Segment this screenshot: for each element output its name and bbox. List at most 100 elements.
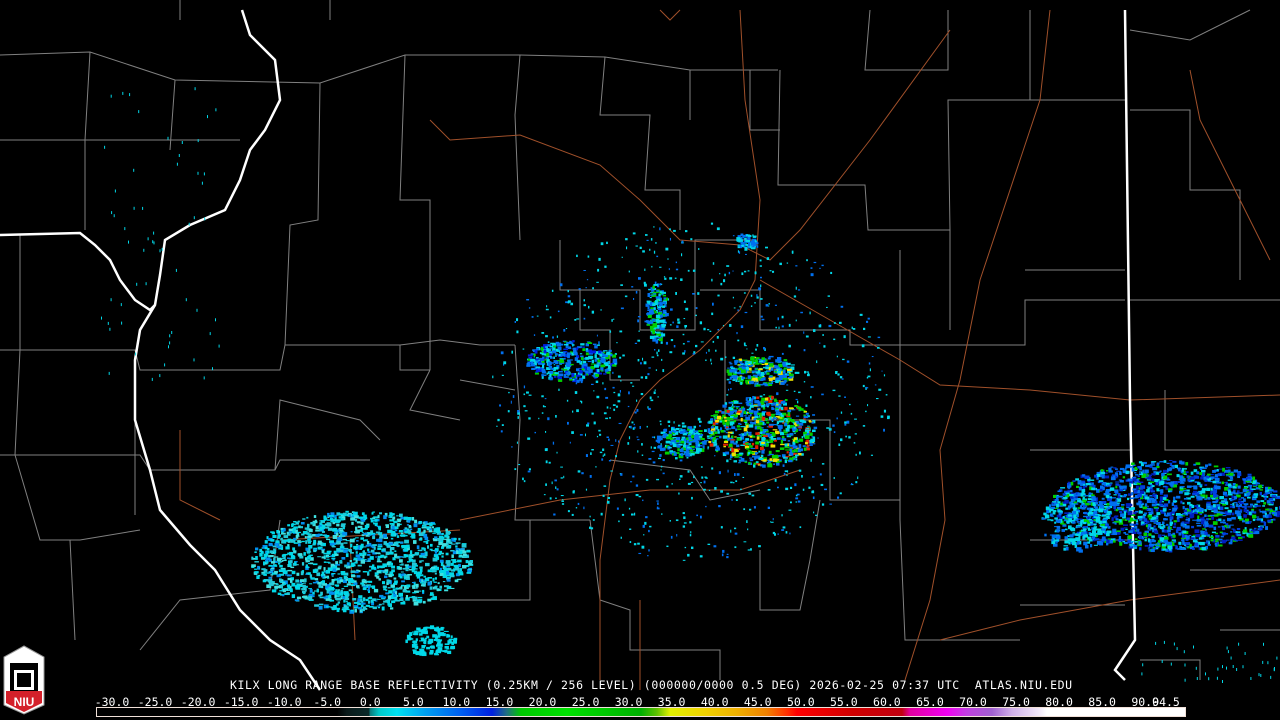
echo-pixel — [743, 541, 747, 543]
echo-pixel — [407, 574, 412, 576]
echo-pixel — [1161, 501, 1165, 503]
echo-pixel — [268, 576, 272, 579]
echo-pixel — [302, 582, 306, 584]
echo-pixel — [539, 358, 544, 360]
echo-pixel — [591, 383, 594, 386]
echo-pixel — [556, 451, 558, 454]
echo-pixel — [276, 530, 279, 534]
echo-pixel — [676, 325, 679, 328]
echo-pixel — [1138, 536, 1143, 540]
echo-pixel — [363, 528, 368, 530]
echo-pixel — [1252, 484, 1257, 487]
echo-pixel — [1119, 511, 1123, 514]
echo-pixel — [542, 405, 545, 408]
echo-pixel — [340, 542, 344, 547]
echo-pixel — [599, 433, 602, 436]
echo-pixel — [1100, 523, 1106, 526]
echo-pixel — [1257, 505, 1262, 507]
echo-pixel — [399, 513, 403, 517]
echo-pixel — [786, 262, 789, 264]
echo-pixel — [569, 340, 572, 344]
echo-pixel — [319, 522, 322, 525]
echo-pixel — [396, 523, 400, 527]
echo-pixel — [843, 335, 846, 339]
echo-pixel — [1266, 500, 1271, 504]
echo-pixel — [1211, 516, 1214, 520]
echo-pixel — [1108, 470, 1113, 473]
echo-pixel — [1172, 465, 1175, 469]
echo-pixel — [345, 553, 349, 558]
echo-pixel — [276, 541, 280, 543]
echo-pixel — [734, 532, 738, 535]
echo-pixel — [1142, 506, 1148, 510]
echo-pixel — [388, 574, 393, 578]
echo-pixel — [439, 585, 443, 589]
echo-pixel — [689, 534, 692, 537]
echo-pixel — [826, 427, 830, 429]
echo-pixel — [1259, 491, 1262, 496]
echo-pixel — [387, 587, 391, 589]
echo-pixel — [291, 594, 296, 599]
echo-pixel — [790, 486, 793, 490]
echo-pixel — [1089, 511, 1093, 514]
echo-pixel — [618, 422, 622, 425]
echo-pixel — [318, 565, 322, 568]
echo-pixel — [1138, 461, 1143, 464]
echo-pixel — [653, 391, 656, 394]
echo-pixel — [1213, 465, 1219, 468]
echo-pixel — [1190, 471, 1194, 475]
county-line — [777, 10, 1031, 231]
echo-pixel — [1208, 463, 1212, 466]
echo-pixel — [270, 567, 275, 570]
echo-pixel — [679, 475, 683, 478]
echo-pixel — [413, 601, 419, 606]
echo-pixel — [638, 330, 640, 332]
echo-pixel — [1219, 473, 1222, 477]
echo-pixel — [546, 305, 548, 308]
echo-pixel — [282, 560, 287, 562]
radar-map[interactable] — [0, 0, 1280, 720]
echo-pixel — [447, 531, 452, 534]
echo-pixel — [594, 364, 599, 368]
echo-pixel — [425, 551, 428, 553]
echo-pixel — [750, 447, 756, 449]
echo-pixel — [730, 529, 732, 533]
echo-pixel — [318, 606, 323, 610]
echo-pixel — [552, 350, 557, 354]
echo-pixel — [1202, 496, 1205, 499]
echo-pixel — [541, 412, 544, 414]
echo-pixel — [1139, 490, 1145, 495]
echo-pixel — [601, 458, 604, 461]
echo-pixel — [357, 602, 361, 605]
echo-pixel — [595, 466, 597, 468]
echo-pixel — [748, 461, 751, 465]
echo-pixel — [579, 434, 583, 436]
echo-pixel — [1243, 508, 1247, 513]
echo-pixel — [833, 431, 836, 434]
echo-pixel — [271, 531, 275, 535]
echo-pixel — [392, 588, 396, 592]
echo-pixel — [1199, 472, 1203, 475]
echo-pixel — [585, 433, 587, 437]
echo-pixel — [849, 403, 851, 406]
county-line — [1129, 9, 1251, 41]
echo-pixel — [729, 458, 732, 460]
echo-pixel — [772, 518, 774, 521]
echo-pixel — [632, 232, 636, 235]
echo-pixel — [305, 573, 308, 575]
echo-pixel — [595, 380, 599, 384]
echo-pixel — [334, 584, 340, 587]
echo-pixel — [1135, 474, 1139, 476]
echo-pixel — [434, 536, 438, 539]
echo-pixel — [1258, 484, 1263, 489]
echo-pixel — [348, 578, 354, 582]
echo-pixel — [523, 480, 526, 483]
echo-pixel — [1265, 526, 1269, 530]
echo-pixel — [1238, 471, 1242, 473]
echo-pixel — [1214, 538, 1220, 541]
echo-pixel — [1114, 515, 1119, 518]
echo-pixel — [627, 442, 630, 445]
echo-pixel — [1182, 548, 1187, 550]
echo-pixel — [807, 372, 810, 375]
echo-pixel — [1101, 514, 1107, 517]
